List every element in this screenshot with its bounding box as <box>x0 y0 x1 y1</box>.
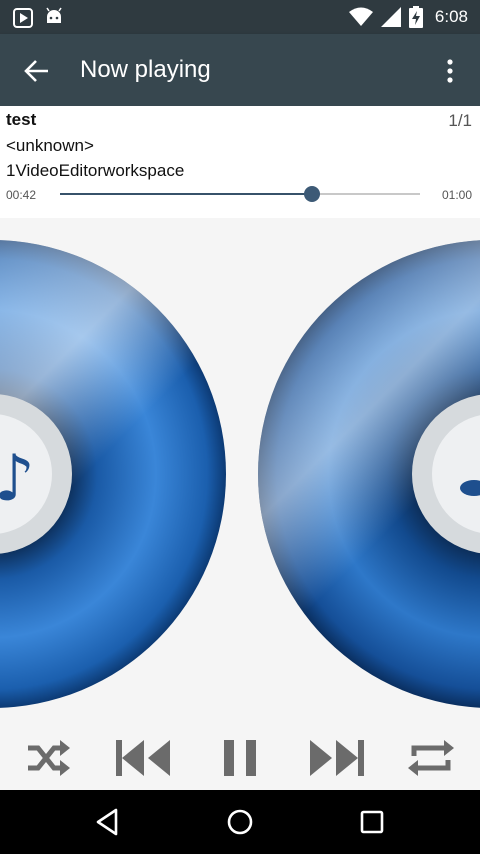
arrow-back-icon[interactable] <box>22 56 52 86</box>
android-icon <box>46 7 62 23</box>
track-info-panel: test 1/1 <unknown> 1VideoEditorworkspace… <box>0 106 480 218</box>
total-duration: 01:00 <box>441 188 472 202</box>
track-counter: 1/1 <box>448 111 472 130</box>
app-bar: Now playing <box>0 34 480 106</box>
nav-recents-icon[interactable] <box>356 806 388 838</box>
track-album: 1VideoEditorworkspace <box>6 161 185 180</box>
wifi-icon <box>348 7 373 26</box>
seek-bar-progress <box>60 193 312 195</box>
pause-icon[interactable] <box>222 736 258 780</box>
playback-controls <box>0 726 480 790</box>
svg-text:♪: ♪ <box>0 442 35 516</box>
album-art[interactable]: ♪ <box>0 218 480 736</box>
status-clock: 6:08 <box>434 7 468 26</box>
nav-home-icon[interactable] <box>224 806 256 838</box>
status-bar: 6:08 <box>0 0 480 34</box>
system-nav-bar <box>0 790 480 854</box>
page-title: Now playing <box>80 56 211 83</box>
nav-back-icon[interactable] <box>92 806 124 838</box>
track-artist: <unknown> <box>6 136 94 155</box>
repeat-icon[interactable] <box>406 736 456 780</box>
elapsed-time: 00:42 <box>6 188 37 202</box>
seek-bar[interactable] <box>60 186 420 202</box>
shuffle-icon[interactable] <box>24 736 72 780</box>
more-vert-icon[interactable] <box>438 56 462 86</box>
skip-next-icon[interactable] <box>306 736 366 780</box>
battery-charging-icon <box>408 6 423 28</box>
track-title: test <box>6 110 37 129</box>
music-disc-icon: ♪ <box>0 240 226 708</box>
media-play-icon <box>13 8 33 28</box>
cell-signal-icon <box>380 7 401 27</box>
music-disc-icon <box>258 240 480 708</box>
skip-previous-icon[interactable] <box>114 736 174 780</box>
seek-bar-thumb[interactable] <box>304 186 320 202</box>
